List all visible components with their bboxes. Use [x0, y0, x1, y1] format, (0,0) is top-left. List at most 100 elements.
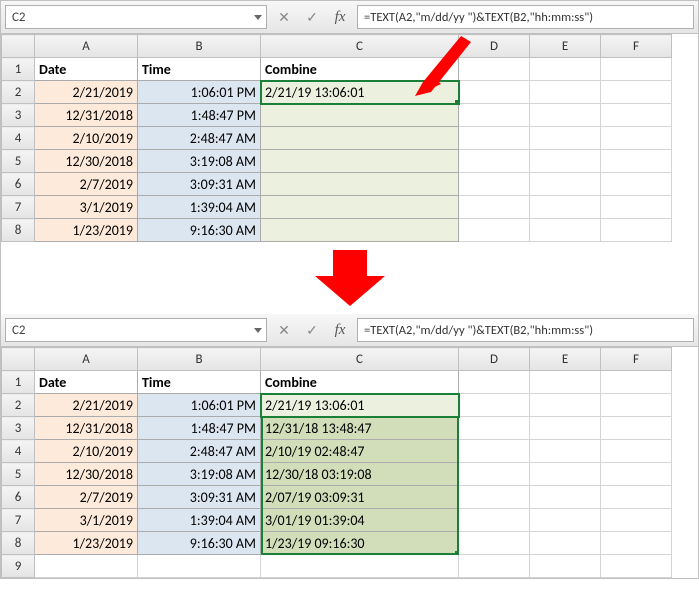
- row-header[interactable]: 8: [2, 532, 35, 555]
- row-header[interactable]: 5: [2, 463, 35, 486]
- cell[interactable]: 12/30/18 03:19:08: [261, 463, 459, 486]
- row-header[interactable]: 6: [2, 173, 35, 196]
- cell[interactable]: [601, 81, 672, 104]
- row-header[interactable]: 7: [2, 509, 35, 532]
- row-header[interactable]: 2: [2, 394, 35, 417]
- column-header[interactable]: C: [261, 35, 459, 58]
- cell[interactable]: [459, 219, 530, 242]
- cell[interactable]: Time: [138, 371, 261, 394]
- cell[interactable]: [459, 196, 530, 219]
- cell[interactable]: 12/30/2018: [35, 150, 138, 173]
- cell[interactable]: 2/21/2019: [35, 81, 138, 104]
- spreadsheet-top[interactable]: ABCDEF1DateTimeCombine22/21/20191:06:01 …: [1, 34, 698, 242]
- cell[interactable]: 2/7/2019: [35, 486, 138, 509]
- autofill-options-button[interactable]: ▦: [438, 554, 458, 555]
- column-header[interactable]: B: [138, 348, 261, 371]
- select-all-corner[interactable]: [2, 348, 35, 371]
- cell[interactable]: [601, 486, 672, 509]
- cell[interactable]: 1/23/2019: [35, 219, 138, 242]
- cell[interactable]: [261, 173, 459, 196]
- cell[interactable]: [459, 532, 530, 555]
- cell[interactable]: [459, 127, 530, 150]
- cell[interactable]: [530, 532, 601, 555]
- fx-icon[interactable]: fx: [329, 319, 351, 341]
- cell[interactable]: 12/30/2018: [35, 463, 138, 486]
- cell[interactable]: [601, 440, 672, 463]
- cell[interactable]: 1:48:47 PM: [138, 417, 261, 440]
- cell[interactable]: Date: [35, 58, 138, 81]
- cell[interactable]: [261, 127, 459, 150]
- cell[interactable]: [601, 371, 672, 394]
- cell[interactable]: [530, 486, 601, 509]
- cell[interactable]: [35, 555, 138, 578]
- cell[interactable]: [530, 509, 601, 532]
- cell[interactable]: [601, 509, 672, 532]
- cell[interactable]: 2/21/19 13:06:01: [261, 81, 459, 104]
- cell[interactable]: [459, 371, 530, 394]
- cell[interactable]: [601, 417, 672, 440]
- cell[interactable]: [530, 440, 601, 463]
- grid-top[interactable]: ABCDEF1DateTimeCombine22/21/20191:06:01 …: [1, 34, 672, 242]
- cell[interactable]: [530, 173, 601, 196]
- cell[interactable]: [459, 440, 530, 463]
- column-header[interactable]: C: [261, 348, 459, 371]
- cell[interactable]: 1:06:01 PM: [138, 81, 261, 104]
- row-header[interactable]: 1: [2, 58, 35, 81]
- cell[interactable]: 3:09:31 AM: [138, 173, 261, 196]
- cell[interactable]: 1:06:01 PM: [138, 394, 261, 417]
- cell[interactable]: 2/07/19 03:09:31: [261, 486, 459, 509]
- cell[interactable]: [459, 58, 530, 81]
- cell[interactable]: 2/10/2019: [35, 440, 138, 463]
- cell[interactable]: [530, 417, 601, 440]
- cell[interactable]: 2/7/2019: [35, 173, 138, 196]
- enter-icon[interactable]: ✓: [301, 6, 323, 28]
- cell[interactable]: [601, 532, 672, 555]
- row-header[interactable]: 4: [2, 440, 35, 463]
- cell[interactable]: [261, 150, 459, 173]
- grid-bottom[interactable]: ABCDEF1DateTimeCombine22/21/20191:06:01 …: [1, 347, 672, 578]
- cell[interactable]: [530, 371, 601, 394]
- row-header[interactable]: 9: [2, 555, 35, 578]
- cell[interactable]: [459, 463, 530, 486]
- cell[interactable]: 1/23/2019: [35, 532, 138, 555]
- cell[interactable]: [261, 219, 459, 242]
- cell[interactable]: [530, 463, 601, 486]
- cell[interactable]: [530, 394, 601, 417]
- cell[interactable]: 12/31/2018: [35, 417, 138, 440]
- cell[interactable]: [530, 58, 601, 81]
- spreadsheet-bottom[interactable]: ABCDEF1DateTimeCombine22/21/20191:06:01 …: [1, 347, 698, 578]
- name-box[interactable]: C2: [5, 318, 267, 342]
- cell[interactable]: 2:48:47 AM: [138, 440, 261, 463]
- cell[interactable]: 2/10/2019: [35, 127, 138, 150]
- cell[interactable]: [261, 196, 459, 219]
- cell[interactable]: [459, 150, 530, 173]
- cell[interactable]: 2/21/19 13:06:01: [261, 394, 459, 417]
- cell[interactable]: [459, 509, 530, 532]
- row-header[interactable]: 3: [2, 104, 35, 127]
- cell[interactable]: [138, 555, 261, 578]
- cell[interactable]: [530, 127, 601, 150]
- cell[interactable]: 1/23/19 09:16:30▦: [261, 532, 459, 555]
- cell[interactable]: [459, 104, 530, 127]
- cell[interactable]: [601, 58, 672, 81]
- cell[interactable]: 12/31/18 13:48:47: [261, 417, 459, 440]
- cell[interactable]: [459, 486, 530, 509]
- cell[interactable]: 3/01/19 01:39:04: [261, 509, 459, 532]
- row-header[interactable]: 7: [2, 196, 35, 219]
- cell[interactable]: 1:39:04 AM: [138, 196, 261, 219]
- cell[interactable]: [601, 127, 672, 150]
- cancel-icon[interactable]: ✕: [273, 6, 295, 28]
- cell[interactable]: 3/1/2019: [35, 509, 138, 532]
- cell[interactable]: [261, 555, 459, 578]
- column-header[interactable]: E: [530, 348, 601, 371]
- cell[interactable]: [530, 104, 601, 127]
- cell[interactable]: 3/1/2019: [35, 196, 138, 219]
- column-header[interactable]: D: [459, 35, 530, 58]
- cell[interactable]: 3:19:08 AM: [138, 463, 261, 486]
- cell[interactable]: 9:16:30 AM: [138, 532, 261, 555]
- cell[interactable]: [601, 555, 672, 578]
- cell[interactable]: 3:19:08 AM: [138, 150, 261, 173]
- cell[interactable]: [530, 81, 601, 104]
- cell[interactable]: [601, 219, 672, 242]
- fx-icon[interactable]: fx: [329, 6, 351, 28]
